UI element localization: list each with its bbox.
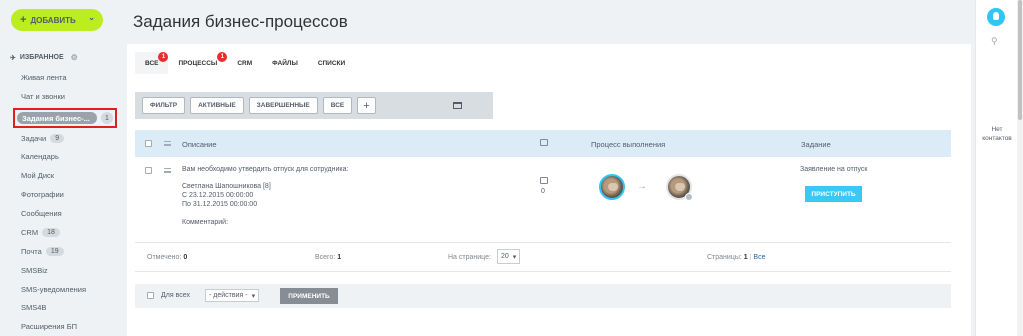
clock-icon — [685, 193, 693, 201]
table-row: Вам необходимо утвердить отпуск для сотр… — [135, 157, 951, 237]
no-contacts-label: Нет контактов — [982, 126, 1012, 142]
add-button-label: ДОБАВИТЬ — [30, 15, 76, 25]
group-action-bar: Для всех - действия - ▾ ПРИМЕНИТЬ — [135, 284, 951, 308]
comment-icon[interactable] — [540, 177, 548, 184]
for-all-label: Для всех — [161, 292, 190, 299]
gear-icon[interactable]: ⚙ — [71, 53, 78, 62]
sidebar-item-sms4b[interactable]: SMS4B — [21, 300, 46, 314]
row-checkbox[interactable] — [145, 167, 152, 174]
notification-icon[interactable] — [987, 8, 1005, 26]
comment-label: Комментарий: — [182, 219, 229, 226]
chevron-down-icon: ▾ — [251, 292, 256, 300]
chevron-down-icon: ⌄ — [88, 13, 95, 22]
sidebar-item-photos[interactable]: Фотографии — [21, 187, 64, 201]
task-name[interactable]: Заявление на отпуск — [800, 166, 867, 173]
sidebar-item-tasks[interactable]: Задачи 9 — [21, 131, 65, 145]
tab-all-badge: 1 — [158, 52, 169, 62]
arrow-right-icon: → — [637, 181, 647, 192]
page-title: Задания бизнес-процессов — [133, 12, 348, 31]
sidebar-item-bp-tasks-count: 1 — [101, 112, 113, 124]
columns-menu-icon[interactable] — [164, 141, 171, 146]
tab-lists[interactable]: СПИСКИ — [308, 52, 355, 74]
employee-name: Светлана Шапошникова [8] — [182, 183, 271, 190]
sidebar-item-chat[interactable]: Чат и звонки — [21, 89, 65, 103]
scrollbar-thumb[interactable] — [1018, 0, 1022, 120]
selected-counter: Отмечено: 0 — [147, 254, 188, 261]
table-header: Описание Процесс выполнения Задание — [135, 130, 951, 157]
tab-processes-badge: 1 — [217, 52, 228, 62]
completed-filter-button[interactable]: ЗАВЕРШЕННЫЕ — [248, 97, 318, 114]
scrollbar[interactable] — [1017, 0, 1023, 336]
sidebar-item-sms-notifications[interactable]: SMS-уведомления — [21, 282, 86, 296]
sidebar-item-bp-tasks-highlight: Задания бизнес-... 1 — [13, 108, 117, 128]
pagination: Страницы: 1 | Все — [707, 254, 766, 261]
sidebar-item-my-drive[interactable]: Мой Диск — [21, 168, 54, 182]
sidebar-item-messages[interactable]: Сообщения — [21, 206, 62, 220]
sidebar-item-mail[interactable]: Почта 19 — [21, 244, 64, 258]
approver-avatar[interactable] — [666, 174, 693, 201]
total-counter: Всего: 1 — [315, 254, 342, 261]
plus-icon: + — [20, 14, 27, 26]
apply-button[interactable]: ПРИМЕНИТЬ — [280, 288, 338, 304]
tab-processes[interactable]: ПРОЦЕССЫ 1 — [168, 52, 228, 74]
chevron-down-icon: ▾ — [512, 253, 517, 261]
sidebar-item-bp-extensions[interactable]: Расширения БП — [21, 319, 77, 333]
main-panel: ВСЕ 1 ПРОЦЕССЫ 1 CRM ФАЙЛЫ СПИСКИ ФИЛЬТР А… — [127, 44, 971, 336]
all-filter-button[interactable]: ВСЕ — [322, 97, 353, 114]
task-description[interactable]: Вам необходимо утвердить отпуск для сотр… — [182, 166, 348, 173]
all-pages-link[interactable]: Все — [753, 254, 765, 261]
window-icon — [452, 102, 462, 109]
per-page-select[interactable]: 20 ▾ — [497, 249, 521, 264]
settings-window-button[interactable] — [452, 97, 462, 114]
tasks-count: 9 — [50, 133, 65, 143]
tab-all[interactable]: ВСЕ 1 — [135, 52, 169, 74]
start-button[interactable]: ПРИСТУПИТЬ — [805, 186, 862, 202]
favorites-label: ИЗБРАННОЕ — [19, 54, 64, 61]
author-avatar[interactable] — [599, 174, 625, 200]
sidebar-item-calendar[interactable]: Календарь — [21, 149, 59, 163]
add-filter-button[interactable]: + — [357, 97, 376, 114]
date-from: С 23.12.2015 00:00:00 — [182, 192, 254, 199]
favorites-header[interactable]: ✈ ИЗБРАННОЕ ⚙ — [10, 53, 78, 62]
active-filter-button[interactable]: АКТИВНЫЕ — [190, 97, 244, 114]
column-progress[interactable]: Процесс выполнения — [591, 140, 665, 149]
pin-icon: ✈ — [10, 54, 16, 62]
sidebar-item-smsbiz[interactable]: SMSBiz — [21, 263, 48, 277]
comments-count: 0 — [541, 188, 545, 195]
right-panel: ⚲ Нет контактов — [975, 0, 1017, 336]
select-all-checkbox[interactable] — [145, 140, 152, 147]
row-menu-icon[interactable] — [164, 168, 171, 173]
sidebar-item-bp-tasks[interactable]: Задания бизнес-... — [17, 112, 97, 124]
tabs: ВСЕ 1 ПРОЦЕССЫ 1 CRM ФАЙЛЫ СПИСКИ — [135, 52, 355, 74]
tab-files[interactable]: ФАЙЛЫ — [262, 52, 308, 74]
filter-button[interactable]: ФИЛЬТР — [142, 97, 186, 114]
column-task[interactable]: Задание — [801, 140, 831, 149]
crm-count: 18 — [42, 227, 60, 237]
left-sidebar: + ДОБАВИТЬ ⌄ ✈ ИЗБРАННОЕ ⚙ Живая лента Ч… — [0, 0, 118, 336]
add-button[interactable]: + ДОБАВИТЬ ⌄ — [11, 9, 103, 31]
current-page: 1 — [743, 254, 748, 261]
search-icon[interactable]: ⚲ — [991, 36, 998, 47]
for-all-checkbox[interactable] — [147, 292, 154, 299]
mail-count: 19 — [45, 246, 64, 256]
action-select[interactable]: - действия - ▾ — [205, 289, 260, 302]
per-page-label: На странице: — [448, 254, 491, 261]
comments-column-icon — [540, 139, 548, 146]
sidebar-item-crm[interactable]: CRM 18 — [21, 225, 60, 239]
date-to: По 31.12.2015 00:00:00 — [182, 201, 258, 208]
tab-crm[interactable]: CRM — [227, 52, 262, 74]
table-footer: Отмечено: 0 Всего: 1 На странице: 20 ▾ Ст… — [135, 242, 951, 272]
sidebar-item-live-feed[interactable]: Живая лента — [21, 70, 67, 84]
filter-bar: ФИЛЬТР АКТИВНЫЕ ЗАВЕРШЕННЫЕ ВСЕ + — [135, 92, 493, 119]
column-description[interactable]: Описание — [182, 140, 217, 149]
